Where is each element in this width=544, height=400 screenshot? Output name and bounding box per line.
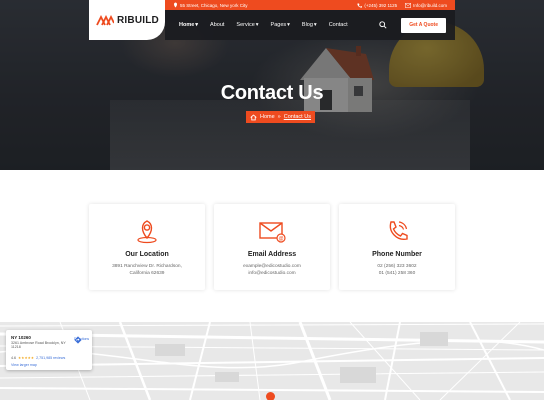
nav-item-home[interactable]: Home ▾ [173,22,204,28]
home-icon [250,113,257,120]
nav-item-contact[interactable]: Contact [323,22,354,28]
nav-item-service[interactable]: Service ▾ [230,22,264,28]
chevron-down-icon: ▾ [255,22,259,28]
card-title: Email Address [247,251,297,258]
email-icon: @ [259,222,286,243]
reviews-link[interactable]: 2,751,985 reviews [36,356,65,360]
card-line[interactable]: info@edicostudio.com [214,271,330,276]
card-line[interactable]: example@edicostudio.com [214,264,330,269]
card-line[interactable]: 01 (541) 258 360 [339,271,455,276]
nav-menu: Home ▾ About Service ▾ Pages ▾ Blog ▾ Contac… [173,22,354,28]
top-contact-bar: 55 Street, Chicago, New york City (+245)… [165,0,455,10]
card-line: California 62639 [129,271,165,276]
card-title: Our Location [125,251,169,258]
map-marker-icon[interactable] [266,392,275,400]
rating-stars: ★★★★★ [18,356,35,360]
map-place-address: 3261 Ambrose Road Brooklyn, NY 11218 [11,341,66,350]
map-marker-icon [174,2,177,8]
phone-card: Phone Number 02 (256) 323 3602 01 (541) … [339,204,455,290]
search-icon[interactable] [379,21,387,29]
breadcrumb-home-link[interactable]: Home [260,114,275,120]
breadcrumb-current: Contact Us [283,114,311,120]
phone-icon [357,3,363,8]
location-card: Our Location 3891 Ranchview Dr. Richards… [89,204,205,290]
topbar-phone[interactable]: (+245) 392 1125 [364,3,397,8]
nav-item-pages[interactable]: Pages ▾ [265,22,296,28]
directions-button[interactable]: Directions [74,336,89,344]
breadcrumb-separator: » [277,114,281,120]
card-title: Phone Number [372,251,422,258]
main-navigation: Home ▾ About Service ▾ Pages ▾ Blog ▾ Contac… [165,10,455,40]
svg-text:@: @ [278,236,283,242]
topbar-email[interactable]: Info@ribuild.com [413,3,447,8]
get-quote-button[interactable]: Get A Quote [401,17,446,33]
nav-item-blog[interactable]: Blog ▾ [296,22,323,28]
envelope-icon [405,2,412,8]
logo-mark-icon [96,14,114,25]
chevron-down-icon: ▾ [313,22,317,28]
location-pin-icon [137,220,157,244]
email-card: @ Email Address example@edicostudio.com … [214,204,330,290]
map-place-card: NY 10260 3261 Ambrose Road Brooklyn, NY … [6,330,92,370]
chevron-down-icon: ▾ [287,22,290,28]
chevron-down-icon: ▾ [195,22,199,28]
directions-icon [74,336,82,344]
card-line: 3891 Ranchview Dr. Richardson, [112,264,182,269]
page-title: Contact Us [220,82,324,104]
map-rating: 4.6 ★★★★★ 2,751,985 reviews [11,356,66,360]
map-place-title: NY 10260 [11,335,31,340]
breadcrumb: Home » Contact Us [246,111,315,123]
phone-icon [389,221,408,240]
card-line[interactable]: 02 (256) 323 3602 [339,264,455,269]
view-larger-map-link[interactable]: View larger map [11,363,37,367]
logo-text: RIBUILD [117,14,159,26]
nav-item-about[interactable]: About [204,22,230,28]
topbar-address: 55 Street, Chicago, New york City [180,2,248,8]
site-logo[interactable]: RIBUILD [89,0,165,40]
location-map[interactable]: NY 10260 3261 Ambrose Road Brooklyn, NY … [0,322,544,400]
